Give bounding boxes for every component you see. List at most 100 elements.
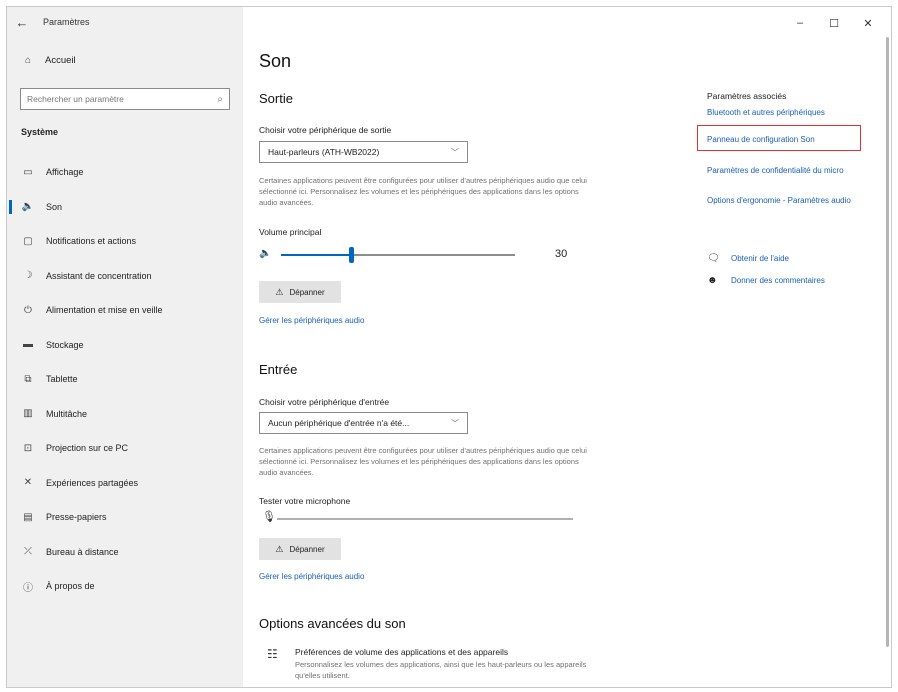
sidebar-item-label: Notifications et actions bbox=[46, 236, 137, 247]
give-feedback-label: Donner des commentaires bbox=[731, 276, 825, 285]
volume-slider-row: 🔈 30 bbox=[259, 247, 579, 263]
minimize-button[interactable]: – bbox=[783, 11, 817, 35]
mic-level-row: 🎙 bbox=[259, 510, 579, 526]
related-link-sound-control-panel[interactable]: Panneau de configuration Son bbox=[707, 134, 815, 145]
window-controls: – ☐ ✕ bbox=[783, 11, 885, 35]
sidebar-item-label: Son bbox=[46, 201, 63, 212]
sidebar-item-affichage[interactable]: ▭ Affichage bbox=[7, 155, 243, 190]
sidebar-item-label: Presse-papiers bbox=[46, 512, 107, 523]
sidebar-item-projection[interactable]: ⊡ Projection sur ce PC bbox=[7, 431, 243, 466]
volume-slider-thumb[interactable] bbox=[349, 247, 355, 263]
app-title: Paramètres bbox=[43, 17, 90, 27]
content-pane: – ☐ ✕ Son Sortie Choisir votre périphéri… bbox=[243, 7, 891, 687]
section-label-system: Système bbox=[21, 127, 59, 137]
volume-slider-fill bbox=[281, 254, 352, 256]
volume-value: 30 bbox=[555, 248, 568, 260]
sidebar: ← Paramètres ⌂ Accueil ⌕ Système ▭ Affic… bbox=[7, 7, 243, 687]
feedback-icon: ☻ bbox=[707, 275, 718, 286]
nav-home[interactable]: ⌂ Accueil bbox=[21, 55, 76, 66]
output-description: Certaines applications peuvent être conf… bbox=[259, 176, 587, 207]
sidebar-item-label: Stockage bbox=[46, 339, 84, 350]
sidebar-item-label: Expériences partagées bbox=[46, 477, 139, 488]
chevron-down-icon: ﹀ bbox=[451, 418, 459, 428]
input-manage-devices-link[interactable]: Gérer les périphériques audio bbox=[259, 572, 364, 581]
close-button[interactable]: ✕ bbox=[851, 11, 885, 35]
related-heading: Paramètres associés bbox=[707, 91, 787, 101]
output-device-label: Choisir votre périphérique de sortie bbox=[259, 125, 392, 135]
sidebar-item-label: Bureau à distance bbox=[46, 546, 119, 557]
back-arrow-icon[interactable]: ← bbox=[7, 7, 37, 37]
monitor-icon: ▭ bbox=[23, 166, 33, 178]
shared-icon: ✕ bbox=[23, 477, 33, 489]
sidebar-item-multitache[interactable]: ▥ Multitâche bbox=[7, 397, 243, 432]
give-feedback-link[interactable]: ☻ Donner des commentaires bbox=[707, 275, 825, 286]
warning-icon: ⚠ bbox=[275, 286, 284, 297]
chevron-down-icon: ﹀ bbox=[451, 147, 459, 157]
multitask-icon: ▥ bbox=[23, 408, 33, 420]
app-volume-preferences[interactable]: ☷ Préférences de volume des applications… bbox=[267, 647, 595, 681]
sidebar-item-stockage[interactable]: ▬ Stockage bbox=[7, 328, 243, 363]
sidebar-item-label: Tablette bbox=[46, 374, 78, 385]
search-input[interactable] bbox=[27, 94, 218, 104]
adv-item-desc: Personnalisez les volumes des applicatio… bbox=[295, 660, 587, 680]
get-help-link[interactable]: 🗨 Obtenir de l'aide bbox=[707, 253, 789, 264]
speaker-icon: 🔈 bbox=[259, 248, 272, 259]
input-device-select[interactable]: Aucun périphérique d'entrée n'a été... ﹀ bbox=[259, 412, 468, 434]
input-device-value: Aucun périphérique d'entrée n'a été... bbox=[268, 418, 410, 428]
title-bar: ← Paramètres bbox=[7, 7, 243, 37]
output-device-select[interactable]: Haut-parleurs (ATH-WB2022) ﹀ bbox=[259, 141, 468, 163]
power-icon: ⏻ bbox=[24, 304, 32, 316]
help-chat-icon: 🗨 bbox=[707, 253, 720, 264]
maximize-button[interactable]: ☐ bbox=[817, 11, 851, 35]
output-troubleshoot-label: Dépanner bbox=[289, 287, 325, 297]
input-device-label: Choisir votre périphérique d'entrée bbox=[259, 397, 390, 407]
mic-test-label: Tester votre microphone bbox=[259, 496, 351, 506]
sidebar-item-concentration[interactable]: ☽ Assistant de concentration bbox=[7, 259, 243, 294]
sidebar-item-alimentation[interactable]: ⏻ Alimentation et mise en veille bbox=[7, 293, 243, 328]
search-box[interactable]: ⌕ bbox=[20, 88, 230, 110]
clipboard-icon: ▤ bbox=[23, 511, 33, 523]
info-icon: ⓘ bbox=[23, 582, 33, 594]
sidebar-item-label: Affichage bbox=[46, 167, 84, 178]
related-link-mic-privacy[interactable]: Paramètres de confidentialité du micro bbox=[707, 165, 844, 176]
related-link-ease-of-access[interactable]: Options d'ergonomie - Paramètres audio bbox=[707, 195, 877, 206]
related-link-bluetooth[interactable]: Bluetooth et autres périphériques bbox=[707, 107, 825, 118]
projection-icon: ⊡ bbox=[23, 442, 33, 454]
speaker-icon: 🔈 bbox=[21, 201, 35, 213]
mic-level-meter bbox=[277, 518, 573, 520]
get-help-label: Obtenir de l'aide bbox=[731, 254, 790, 263]
storage-icon: ▬ bbox=[23, 339, 33, 351]
search-icon[interactable]: ⌕ bbox=[217, 94, 223, 105]
sidebar-item-tablette[interactable]: ⧉ Tablette bbox=[7, 362, 243, 397]
sidebar-item-label: Multitâche bbox=[46, 408, 88, 419]
sidebar-item-son[interactable]: 🔈 Son bbox=[7, 190, 243, 225]
sidebar-item-presse-papiers[interactable]: ▤ Presse-papiers bbox=[7, 500, 243, 535]
remote-desktop-icon: ⤫ bbox=[24, 546, 32, 558]
sliders-icon: ☷ bbox=[267, 647, 278, 661]
sidebar-item-label: Projection sur ce PC bbox=[46, 443, 129, 454]
sidebar-item-experiences[interactable]: ✕ Expériences partagées bbox=[7, 466, 243, 501]
sidebar-item-notifications[interactable]: ▢ Notifications et actions bbox=[7, 224, 243, 259]
sidebar-item-a-propos[interactable]: ⓘ À propos de bbox=[7, 569, 243, 604]
moon-icon: ☽ bbox=[23, 270, 33, 282]
output-manage-devices-link[interactable]: Gérer les périphériques audio bbox=[259, 316, 364, 325]
tablet-icon: ⧉ bbox=[24, 373, 32, 385]
sidebar-item-label: Assistant de concentration bbox=[46, 270, 152, 281]
adv-item-title: Préférences de volume des applications e… bbox=[295, 647, 509, 657]
notifications-icon: ▢ bbox=[23, 235, 33, 247]
scrollbar[interactable] bbox=[886, 37, 889, 647]
home-icon: ⌂ bbox=[24, 55, 32, 66]
sidebar-item-bureau-distance[interactable]: ⤫ Bureau à distance bbox=[7, 535, 243, 570]
page-title: Son bbox=[259, 51, 292, 71]
microphone-icon: 🎙 bbox=[262, 511, 276, 523]
sidebar-item-label: À propos de bbox=[46, 581, 95, 592]
input-heading: Entrée bbox=[259, 362, 298, 377]
input-troubleshoot-button[interactable]: ⚠ Dépanner bbox=[259, 538, 341, 560]
volume-label: Volume principal bbox=[259, 227, 322, 237]
input-troubleshoot-label: Dépanner bbox=[289, 544, 325, 554]
nav-home-label: Accueil bbox=[45, 55, 76, 66]
warning-icon: ⚠ bbox=[275, 543, 284, 554]
output-device-value: Haut-parleurs (ATH-WB2022) bbox=[268, 147, 380, 157]
output-heading: Sortie bbox=[259, 91, 293, 106]
output-troubleshoot-button[interactable]: ⚠ Dépanner bbox=[259, 281, 341, 303]
